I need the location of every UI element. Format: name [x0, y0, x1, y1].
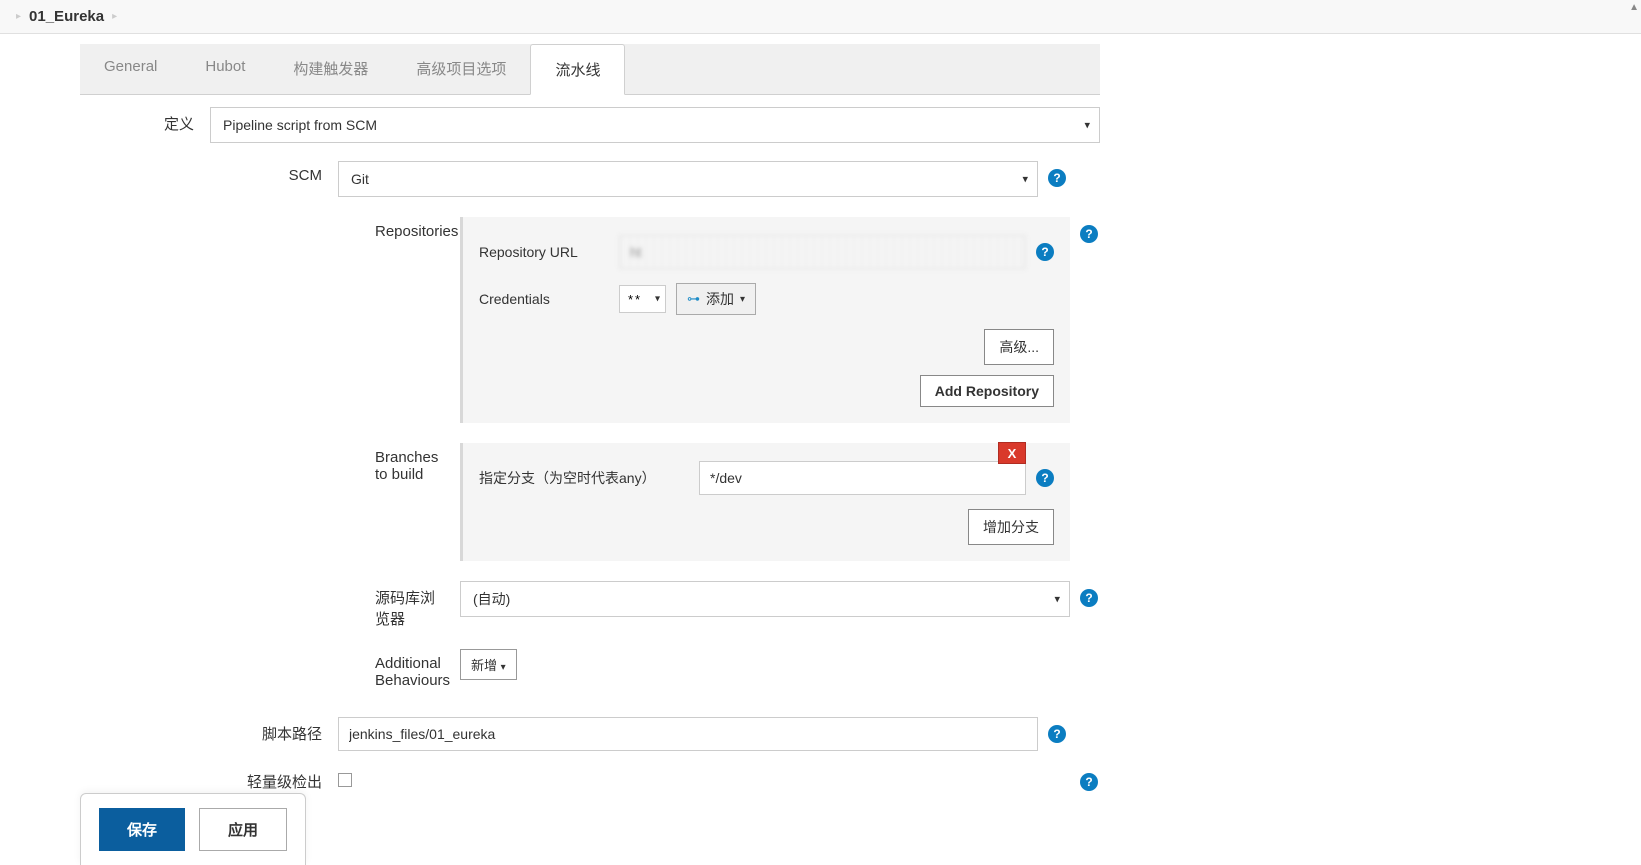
- tab-bar: General Hubot 构建触发器 高级项目选项 流水线: [80, 44, 1100, 95]
- definition-select[interactable]: Pipeline script from SCM: [210, 107, 1100, 143]
- behaviours-label: Additional Behaviours: [80, 649, 460, 689]
- tab-pipeline[interactable]: 流水线: [530, 44, 625, 95]
- add-behaviour-button[interactable]: 新增 ▾: [460, 649, 517, 680]
- help-icon[interactable]: ?: [1048, 169, 1066, 187]
- help-icon[interactable]: ?: [1036, 243, 1054, 261]
- lightweight-checkbox[interactable]: [338, 773, 352, 787]
- branches-label: Branches to build: [80, 443, 460, 483]
- add-repository-button[interactable]: Add Repository: [920, 375, 1054, 407]
- scm-select[interactable]: Git: [338, 161, 1038, 197]
- save-button[interactable]: 保存: [99, 808, 185, 851]
- repo-url-input[interactable]: [619, 235, 1026, 269]
- add-credentials-label: 添加: [706, 289, 734, 309]
- branch-spec-label: 指定分支（为空时代表any）: [479, 468, 699, 488]
- branches-box: X 指定分支（为空时代表any） ? 增加分支: [460, 443, 1070, 561]
- credentials-select[interactable]: **: [619, 285, 666, 313]
- repo-browser-label: 源码库浏览器: [80, 581, 460, 629]
- breadcrumb-item[interactable]: 01_Eureka: [29, 8, 104, 25]
- help-icon[interactable]: ?: [1080, 773, 1098, 791]
- repositories-label: Repositories: [80, 217, 460, 240]
- advanced-button[interactable]: 高级...: [984, 329, 1054, 365]
- tab-hubot[interactable]: Hubot: [181, 44, 269, 94]
- repositories-box: Repository URL ? Credentials **: [460, 217, 1070, 423]
- chevron-right-icon: ▸: [16, 11, 21, 22]
- tab-build-triggers[interactable]: 构建触发器: [269, 44, 392, 94]
- branch-spec-input[interactable]: [699, 461, 1026, 495]
- lightweight-label: 轻量级检出: [80, 765, 338, 792]
- tab-general[interactable]: General: [80, 44, 181, 94]
- delete-branch-button[interactable]: X: [998, 442, 1026, 464]
- chevron-right-icon: ▸: [112, 11, 117, 22]
- add-credentials-button[interactable]: ⊶ 添加 ▾: [676, 283, 756, 315]
- repo-url-label: Repository URL: [479, 244, 619, 260]
- caret-down-icon: ▾: [501, 662, 506, 673]
- script-path-label: 脚本路径: [80, 717, 338, 744]
- help-icon[interactable]: ?: [1048, 725, 1066, 743]
- bottom-action-bar: 保存 应用: [80, 793, 306, 865]
- add-branch-button[interactable]: 增加分支: [968, 509, 1054, 545]
- repo-browser-select[interactable]: (自动): [460, 581, 1070, 617]
- apply-button[interactable]: 应用: [199, 808, 287, 851]
- caret-down-icon: ▾: [740, 294, 745, 305]
- help-icon[interactable]: ?: [1080, 589, 1098, 607]
- credentials-label: Credentials: [479, 291, 619, 307]
- scm-label: SCM: [80, 161, 338, 184]
- key-icon: ⊶: [687, 291, 700, 307]
- help-icon[interactable]: ?: [1080, 225, 1098, 243]
- script-path-input[interactable]: [338, 717, 1038, 751]
- tab-advanced-options[interactable]: 高级项目选项: [392, 44, 530, 94]
- breadcrumb: ▸ 01_Eureka ▸: [0, 0, 1641, 34]
- definition-label: 定义: [80, 107, 210, 134]
- scroll-up-icon[interactable]: ▲: [1629, 2, 1639, 13]
- help-icon[interactable]: ?: [1036, 469, 1054, 487]
